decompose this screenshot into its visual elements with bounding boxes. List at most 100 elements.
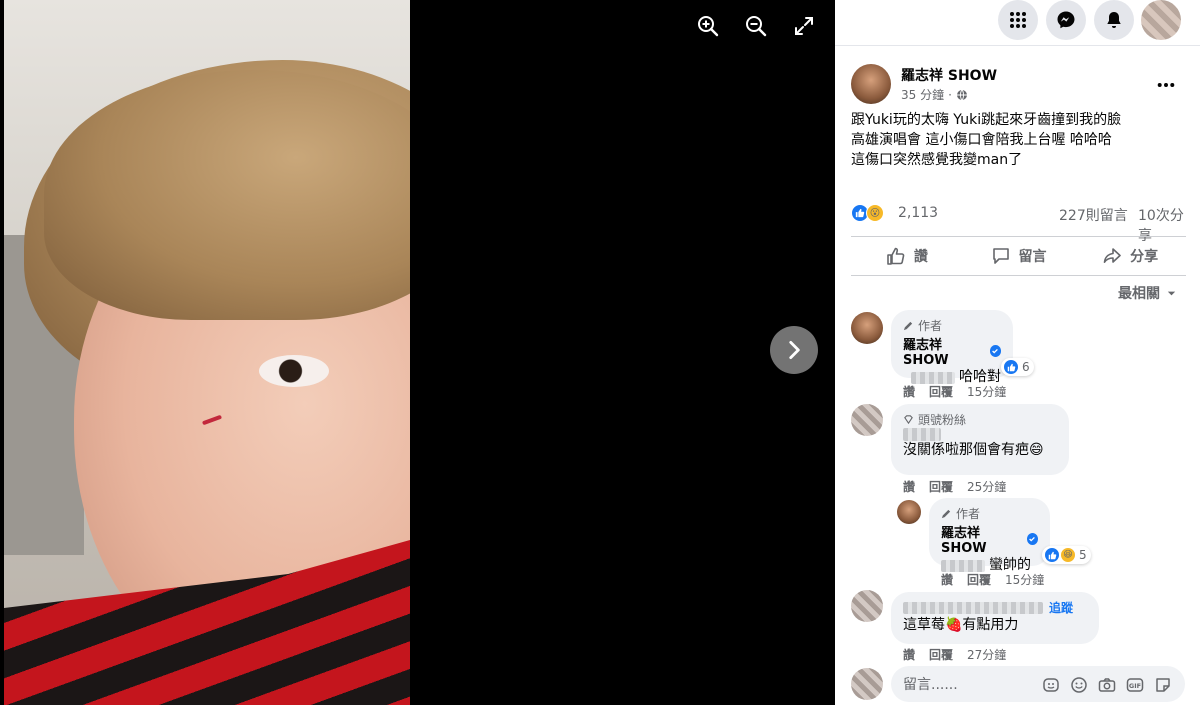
comment-actions: 讚 回覆 25分鐘 — [903, 478, 1006, 495]
post-photo[interactable] — [4, 0, 410, 705]
composer-tools: GIF — [1042, 676, 1172, 694]
comment-actions: 讚 回覆 27分鐘 — [903, 646, 1006, 663]
comment-like-link[interactable]: 讚 — [903, 383, 915, 400]
composer-avatar — [851, 668, 883, 700]
comment-time[interactable]: 25分鐘 — [967, 478, 1006, 495]
comment-reply-link[interactable]: 回覆 — [929, 478, 953, 495]
chevron-right-icon — [789, 341, 800, 359]
comment-reply-link[interactable]: 回覆 — [929, 646, 953, 663]
comment-reaction-count: 6 — [1022, 360, 1030, 374]
diamond-icon — [904, 415, 913, 425]
gif-icon: GIF — [1126, 678, 1144, 692]
top-navigation — [835, 0, 1200, 46]
commenter-name[interactable] — [903, 428, 1057, 441]
pencil-icon — [903, 321, 913, 331]
comment-bubble: 作者 羅志祥 SHOW 蠻帥的 — [929, 498, 1050, 573]
comment-time[interactable]: 27分鐘 — [967, 646, 1006, 663]
messenger-button[interactable] — [1046, 0, 1086, 40]
comment-reactions[interactable]: 😆 5 — [1042, 546, 1091, 564]
comment-count[interactable]: 227則留言 — [1059, 205, 1128, 225]
comment-bubble: 作者 羅志祥 SHOW 哈哈對 — [891, 310, 1013, 385]
comment-reply: 作者 羅志祥 SHOW 蠻帥的 😆 5 讚 回覆 15分鐘 — [897, 498, 1187, 590]
comment-bubble: 頭號粉絲 沒關係啦那個會有疤😄 — [891, 404, 1069, 475]
emoji-icon — [1071, 677, 1087, 693]
comment-text-content: 沒關係啦那個會有疤😄 — [903, 442, 1044, 458]
reaction-icons[interactable]: 😮 — [851, 204, 884, 222]
like-reaction-icon — [1003, 359, 1019, 375]
share-button[interactable]: 分享 — [1074, 237, 1186, 275]
author-avatar[interactable] — [851, 64, 891, 104]
avatar-sticker-button[interactable] — [1042, 676, 1060, 694]
commenter-avatar[interactable] — [851, 404, 883, 436]
sticker-icon — [1156, 678, 1170, 692]
comment-text-content: 這草莓🍓有點用力 — [903, 617, 1019, 633]
share-icon — [1103, 248, 1121, 263]
post-line: 高雄演唱會 這小傷口會陪我上台喔 哈哈哈 — [851, 132, 1112, 148]
verified-badge-icon — [1026, 533, 1038, 545]
comment-like-link[interactable]: 讚 — [941, 571, 953, 588]
comment-button[interactable]: 留言 — [963, 237, 1075, 275]
commenter-avatar[interactable] — [851, 312, 883, 344]
badge-label: 頭號粉絲 — [918, 413, 967, 427]
like-reaction-icon — [1044, 547, 1060, 563]
post-time[interactable]: 35 分鐘 — [901, 86, 944, 103]
comment-reactions[interactable]: 6 — [1001, 358, 1034, 376]
emoji-button[interactable] — [1070, 676, 1088, 694]
menu-button[interactable] — [998, 0, 1038, 40]
like-button[interactable]: 讚 — [851, 237, 963, 275]
expand-icon — [795, 17, 813, 35]
commenter-name[interactable]: 羅志祥 SHOW — [903, 334, 1001, 368]
comment-composer: 留言...... GIF — [835, 662, 1200, 705]
badge-label: 作者 — [956, 507, 981, 521]
badge-label: 作者 — [918, 319, 943, 333]
comment-reply-link[interactable]: 回覆 — [929, 383, 953, 400]
meta-separator: · — [948, 87, 952, 102]
commenter-name[interactable]: 追蹤 — [903, 599, 1087, 616]
like-icon — [887, 247, 905, 265]
comment: 頭號粉絲 沒關係啦那個會有疤😄 讚 回覆 25分鐘 — [851, 404, 1191, 494]
comment-sort-dropdown[interactable]: 最相關 — [1118, 283, 1177, 303]
notifications-button[interactable] — [1094, 0, 1134, 40]
zoom-out-button[interactable] — [742, 12, 770, 40]
fullscreen-button[interactable] — [790, 12, 818, 40]
next-photo-button[interactable] — [770, 326, 818, 374]
commenter-name[interactable]: 羅志祥 SHOW — [941, 522, 1038, 556]
account-avatar[interactable] — [1141, 0, 1181, 40]
commenter-avatar[interactable] — [897, 500, 921, 524]
zoom-out-icon — [746, 16, 767, 37]
menu-grid-icon — [1010, 12, 1026, 28]
comment: 作者 羅志祥 SHOW 哈哈對 6 讚 回覆 15分鐘 — [851, 310, 1191, 399]
sticker-button[interactable] — [1154, 676, 1172, 694]
globe-icon — [956, 89, 967, 100]
comment-text: 這草莓🍓有點用力 — [903, 616, 1087, 635]
zoom-in-button[interactable] — [694, 12, 722, 40]
post-options-button[interactable] — [1151, 70, 1181, 100]
follow-link[interactable]: 追蹤 — [1049, 599, 1073, 616]
comment-reaction-count: 5 — [1079, 548, 1087, 562]
comment-reply-link[interactable]: 回覆 — [967, 571, 991, 588]
post-message: 跟Yuki玩的太嗨 Yuki跳起來牙齒撞到我的臉 高雄演唱會 這小傷口會陪我上台… — [851, 110, 1181, 170]
commenter-avatar[interactable] — [851, 590, 883, 622]
author-badge: 作者 — [903, 317, 1001, 334]
comment-time[interactable]: 15分鐘 — [1005, 571, 1044, 588]
svg-text:GIF: GIF — [1129, 682, 1141, 690]
post-author-name[interactable]: 羅志祥 SHOW — [901, 65, 997, 85]
share-label: 分享 — [1130, 249, 1159, 265]
comment-text: 沒關係啦那個會有疤😄 — [903, 441, 1057, 460]
photo-eye — [259, 355, 329, 387]
like-label: 讚 — [913, 249, 928, 265]
verified-badge-icon — [989, 345, 1001, 357]
comment-like-link[interactable]: 讚 — [903, 646, 915, 663]
photo-upload-button[interactable] — [1098, 676, 1116, 694]
comment-actions: 讚 回覆 15分鐘 — [941, 571, 1044, 588]
wow-reaction-icon: 😮 — [866, 204, 884, 222]
comment-like-link[interactable]: 讚 — [903, 478, 915, 495]
comment-bubble: 追蹤 這草莓🍓有點用力 — [891, 592, 1099, 644]
comment-actions: 讚 回覆 15分鐘 — [903, 383, 1006, 400]
comment-time[interactable]: 15分鐘 — [967, 383, 1006, 400]
commenter-name-redacted — [903, 428, 941, 441]
gif-button[interactable]: GIF — [1126, 676, 1144, 694]
post-header: 羅志祥 SHOW 35 分鐘 · — [851, 64, 1191, 108]
post-side-panel: 羅志祥 SHOW 35 分鐘 · 跟Yuki玩的太嗨 Yuki跳起來牙齒撞到我的… — [835, 0, 1200, 705]
reaction-count[interactable]: 2,113 — [898, 205, 938, 221]
